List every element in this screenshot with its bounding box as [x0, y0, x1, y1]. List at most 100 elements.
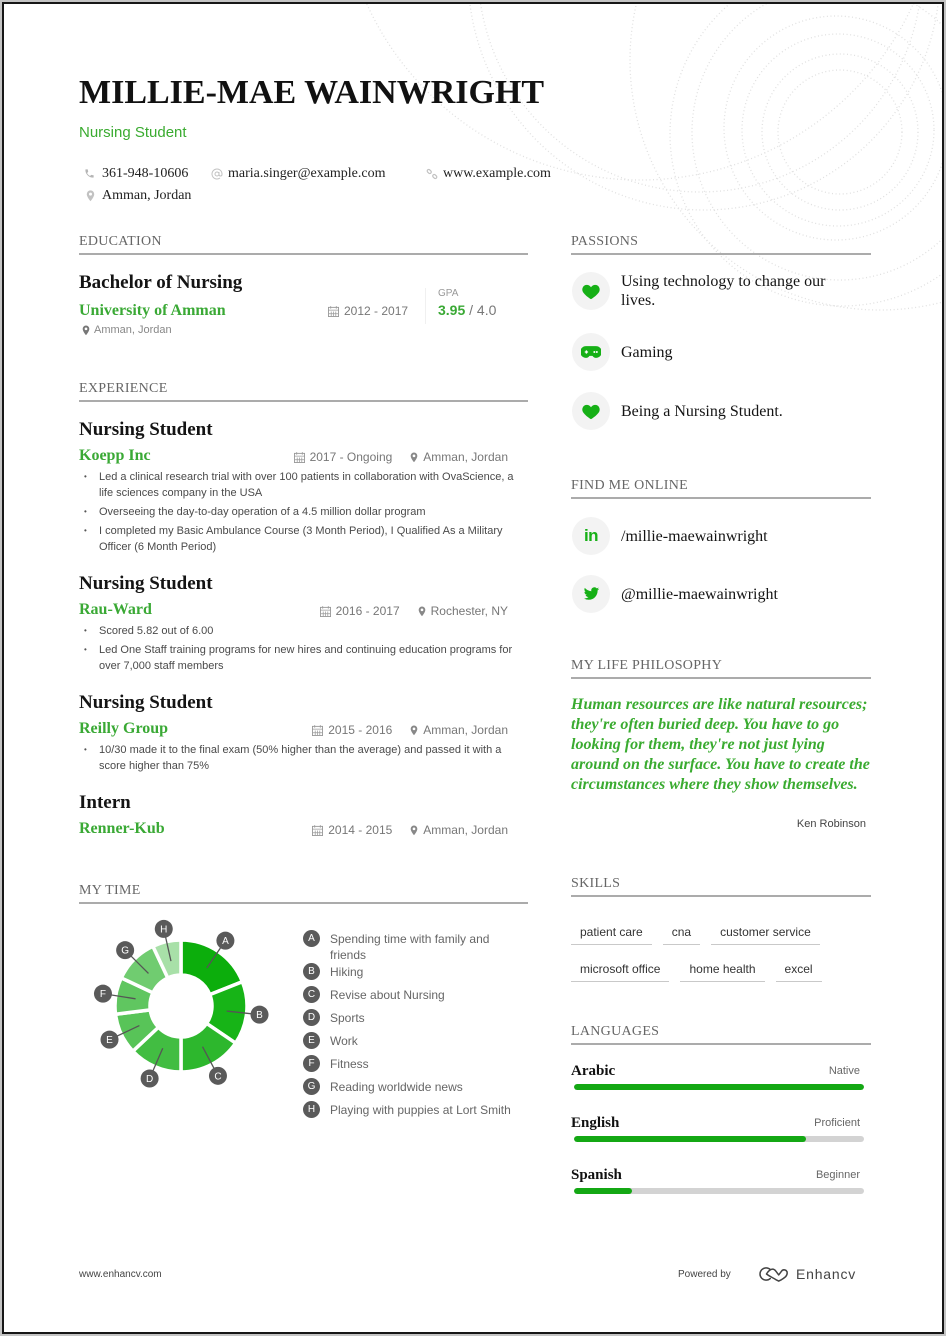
map-pin-icon	[410, 825, 418, 835]
section-heading-my-time: MY TIME	[79, 882, 528, 904]
map-pin-icon	[410, 725, 418, 735]
powered-by-text: Powered by	[678, 1269, 731, 1280]
language-item: English Proficient	[571, 1114, 864, 1144]
legend-label: Work	[330, 1034, 358, 1048]
map-pin-icon	[82, 325, 90, 335]
contact-info: 361-948-10606 maria.singer@example.com w…	[0, 165, 946, 205]
gpa-value: 3.95 / 4.0	[438, 300, 496, 320]
my-time-legend: A Spending time with family and friends B…	[303, 930, 533, 1125]
language-bar-fill	[574, 1084, 864, 1090]
skills-list: patient care cna customer service micros…	[571, 921, 871, 982]
job-meta: 2016 - 2017 Rochester, NY	[319, 603, 508, 619]
section-heading-experience: EXPERIENCE	[79, 380, 528, 402]
language-item: Spanish Beginner	[571, 1166, 864, 1196]
philosophy-quote: Human resources are like natural resourc…	[571, 696, 870, 793]
skill-tag: home health	[680, 958, 765, 982]
segment-label-H: H	[160, 924, 167, 935]
legend-item: C Revise about Nursing	[303, 986, 533, 1009]
section-heading-find-me-online: FIND ME ONLINE	[571, 477, 871, 499]
resume-frame: MILLIE-MAE WAINWRIGHT Nursing Student 36…	[0, 0, 946, 1336]
legend-marker: D	[303, 1009, 320, 1026]
job-bullet: 10/30 made it to the final exam (50% hig…	[84, 742, 524, 774]
legend-label: Fitness	[330, 1057, 369, 1071]
section-heading-skills: SKILLS	[571, 875, 871, 897]
school-name: University of Amman	[79, 302, 226, 319]
job-bullets: Scored 5.82 out of 6.00 Led One Staff tr…	[84, 623, 524, 677]
skill-tag: excel	[775, 958, 822, 982]
linkedin-glyph: in	[583, 526, 599, 545]
location-text: Amman, Jordan	[102, 188, 192, 203]
legend-label: Revise about Nursing	[330, 988, 445, 1002]
job-bullets: 10/30 made it to the final exam (50% hig…	[84, 742, 524, 777]
gamepad-icon	[572, 333, 610, 371]
legend-item: F Fitness	[303, 1055, 533, 1078]
passion-text: Gaming	[621, 343, 673, 361]
segment-label-C: C	[214, 1071, 221, 1082]
gpa-separator: /	[469, 302, 474, 318]
job-meta: 2015 - 2016 Amman, Jordan	[312, 722, 508, 738]
language-bar-fill	[574, 1136, 806, 1142]
job-dates: 2016 - 2017	[319, 603, 400, 619]
passion-item: Using technology to change our lives.	[572, 272, 861, 310]
skill-tag: patient care	[571, 921, 652, 945]
linkedin-handle[interactable]: /millie-maewainwright	[621, 527, 861, 546]
company-name: Koepp Inc	[79, 447, 151, 464]
phone-number[interactable]: 361-948-10606	[102, 165, 188, 183]
legend-item: B Hiking	[303, 963, 533, 986]
legend-marker: H	[303, 1101, 320, 1118]
legend-label: Playing with puppies at Lort Smith	[330, 1103, 511, 1117]
segment-label-A: A	[222, 936, 229, 947]
section-heading-education: EDUCATION	[79, 233, 528, 255]
calendar-icon	[312, 824, 324, 836]
calendar-icon	[328, 305, 339, 317]
social-item-linkedin[interactable]: in /millie-maewainwright	[572, 517, 861, 555]
job-location: Amman, Jordan	[410, 822, 508, 838]
job-location-text: Amman, Jordan	[423, 450, 508, 464]
language-item: Arabic Native	[571, 1062, 864, 1092]
map-pin-icon	[86, 190, 95, 202]
job-dates: 2015 - 2016	[312, 722, 392, 738]
job-location-text: Amman, Jordan	[423, 723, 508, 737]
enhancv-brand-text: Enhancv	[796, 1266, 857, 1282]
twitter-handle[interactable]: @millie-maewainwright	[621, 585, 861, 604]
job-bullet: Led One Staff training programs for new …	[84, 642, 524, 674]
job-dates-text: 2015 - 2016	[328, 723, 393, 737]
gpa-label: GPA	[438, 288, 459, 299]
enhancv-logo[interactable]: Enhancv	[758, 1265, 856, 1283]
segment-label-B: B	[256, 1010, 263, 1021]
legend-item: E Work	[303, 1032, 533, 1055]
calendar-icon	[293, 451, 305, 463]
legend-marker: A	[303, 930, 320, 947]
legend-marker: C	[303, 986, 320, 1003]
gpa-max: 4.0	[476, 302, 497, 318]
education-dates-text: 2012 - 2017	[344, 304, 409, 318]
section-heading-life-philosophy: MY LIFE PHILOSOPHY	[571, 657, 871, 679]
candidate-name: MILLIE-MAE WAINWRIGHT	[79, 74, 545, 111]
twitter-icon	[572, 575, 610, 613]
language-bar	[574, 1084, 864, 1090]
passion-text: Using technology to change our lives.	[621, 273, 826, 309]
website-link[interactable]: www.example.com	[443, 165, 551, 183]
social-item-twitter[interactable]: @millie-maewainwright	[572, 575, 861, 613]
legend-marker: B	[303, 963, 320, 980]
candidate-title: Nursing Student	[79, 124, 187, 141]
legend-label: Spending time with family and friends	[330, 932, 490, 962]
job-location-text: Rochester, NY	[430, 604, 508, 618]
heart-icon	[572, 272, 610, 310]
map-pin-icon	[418, 606, 425, 616]
segment-label-D: D	[146, 1074, 153, 1085]
heart-icon	[572, 392, 610, 430]
footer-website-link[interactable]: www.enhancv.com	[79, 1268, 162, 1282]
passion-item: Gaming	[572, 333, 861, 371]
legend-label: Reading worldwide news	[330, 1080, 463, 1094]
my-time-donut-chart: A B C D E F G H	[93, 919, 269, 1088]
phone-icon	[84, 168, 95, 179]
job-meta: 2014 - 2015 Amman, Jordan	[312, 822, 508, 838]
company-name: Rau-Ward	[79, 601, 152, 618]
gpa-block: GPA 3.95 / 4.0	[425, 288, 496, 324]
job-dates-text: 2016 - 2017	[335, 604, 400, 618]
language-level: Proficient	[814, 1117, 860, 1129]
map-pin-icon	[410, 452, 418, 462]
skill-tag: cna	[662, 921, 701, 945]
email-link[interactable]: maria.singer@example.com	[228, 165, 386, 183]
